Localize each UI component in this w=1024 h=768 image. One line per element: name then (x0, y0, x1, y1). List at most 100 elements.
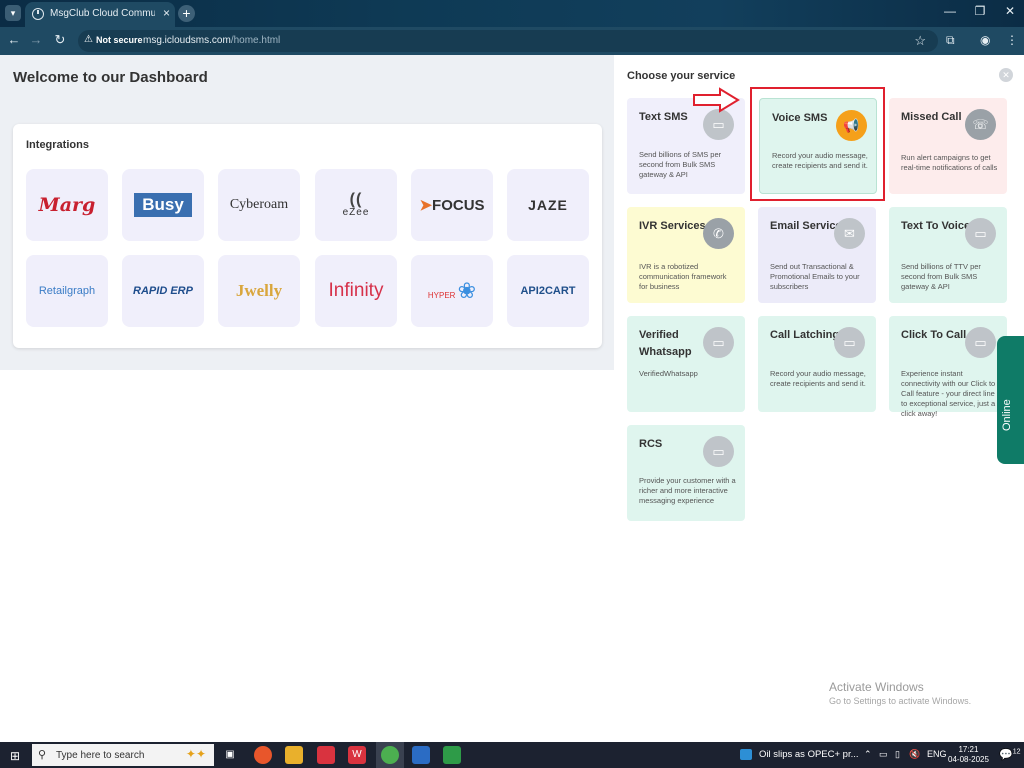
integration-focus[interactable]: ➤FOCUS (411, 169, 493, 241)
online-chat-widget[interactable]: Online (997, 336, 1024, 464)
integration-api2cart[interactable]: API2CART (507, 255, 589, 327)
activate-windows-subtitle: Go to Settings to activate Windows. (829, 696, 972, 706)
windows-start-icon[interactable]: ⊞ (10, 749, 20, 763)
service-ivr[interactable]: IVR Services ✆ IVR is a robotized commun… (627, 207, 745, 303)
chat-icon: ▭ (965, 327, 996, 358)
extensions-icon[interactable]: ⧉ (946, 33, 955, 48)
integration-rapid-erp[interactable]: RAPID ERP (122, 255, 204, 327)
service-name: RCS (639, 438, 663, 450)
paw-icon: ❀ (457, 278, 477, 303)
service-desc: Send billions of SMS per second from Bul… (639, 150, 722, 179)
chrome-icon[interactable] (381, 746, 399, 764)
url-path: /home.html (230, 35, 281, 46)
integration-cyberoam[interactable]: Cyberoam (218, 169, 300, 241)
clock-date: 04-08-2025 (948, 755, 989, 764)
file-explorer-icon[interactable] (285, 746, 303, 764)
service-missed-call[interactable]: Missed Call ☏ Run alert campaigns to get… (889, 98, 1007, 194)
clock-time: 17:21 (958, 745, 979, 754)
clock-favicon-icon (32, 8, 44, 20)
service-name: Email Service (770, 220, 842, 232)
phone-icon: ✆ (703, 218, 734, 249)
task-view-icon[interactable]: ▣ (221, 746, 239, 764)
service-name: Click To Call (901, 329, 967, 341)
chat-icon: ▭ (703, 436, 734, 467)
url-host: msg.icloudsms.com (143, 35, 231, 46)
notification-icon[interactable]: 💬12 (999, 748, 1021, 761)
chat-icon: ▭ (703, 109, 734, 140)
service-desc: VerifiedWhatsapp (639, 369, 698, 378)
url-text[interactable]: msg.icloudsms.com/home.html (143, 35, 280, 46)
infinity-logo: Infinity (328, 280, 384, 301)
chevron-up-icon[interactable]: ⌃ (864, 749, 872, 760)
service-name: Verified Whatsapp (639, 329, 692, 358)
retailgraph-logo: Retailgraph (38, 285, 96, 297)
service-desc: Send billions of TTV per second from Bul… (901, 262, 981, 291)
integration-jwelly[interactable]: Jwelly (218, 255, 300, 327)
integration-jaze[interactable]: JAZE (507, 169, 589, 241)
service-call-latching[interactable]: Call Latching ▭ Record your audio messag… (758, 316, 876, 412)
bookmark-star-icon[interactable]: ☆ (914, 33, 926, 49)
integration-retailgraph[interactable]: Retailgraph (26, 255, 108, 327)
tab-search-icon[interactable]: ▾ (5, 5, 21, 21)
new-tab-button[interactable]: + (178, 5, 195, 22)
chat-icon: ▭ (834, 327, 865, 358)
news-icon (740, 749, 752, 760)
service-click-to-call[interactable]: Click To Call ▭ Experience instant conne… (889, 316, 1007, 418)
integration-hyper[interactable]: HYPER ❀ (411, 255, 493, 327)
services-title: Choose your service (627, 70, 736, 82)
back-icon[interactable]: ← (5, 32, 23, 47)
window-close-icon[interactable]: ✕ (995, 4, 1024, 18)
profile-avatar-icon[interactable]: ◉ (980, 33, 990, 47)
url-bar[interactable]: ⚠ Not secure msg.icloudsms.com/home.html… (78, 30, 938, 52)
rapid-erp-logo: RAPID ERP (133, 285, 193, 297)
integration-marg[interactable]: Marg (26, 169, 108, 241)
taskbar: ⊞ ⚲ Type here to search ✦✦ ▣ W Oil slips… (0, 742, 1024, 768)
tab-close-icon[interactable]: × (163, 6, 170, 20)
restore-icon[interactable]: ❐ (965, 4, 995, 18)
focus-logo: ➤FOCUS (419, 197, 485, 214)
notepad-app-icon[interactable] (443, 746, 461, 764)
news-ticker[interactable]: Oil slips as OPEC+ pr... (759, 749, 859, 760)
service-rcs[interactable]: RCS ▭ Provide your customer with a riche… (627, 425, 745, 521)
page-content: Welcome to our Dashboard Integrations Ma… (0, 55, 1024, 742)
api2cart-logo: API2CART (520, 285, 576, 297)
anydesk-icon[interactable] (317, 746, 335, 764)
browser-tab[interactable]: MsgClub Cloud Communication × (25, 2, 175, 27)
service-desc: IVR is a robotized communication framewo… (639, 262, 727, 291)
menu-dots-icon[interactable]: ⋮ (1006, 33, 1018, 47)
highlight-box (750, 87, 885, 201)
service-verified-whatsapp[interactable]: Verified Whatsapp ▭ VerifiedWhatsapp (627, 316, 745, 412)
reload-icon[interactable]: ↻ (51, 32, 69, 48)
service-desc: Record your audio message, create recipi… (770, 369, 866, 388)
network-icon[interactable]: ▭ (879, 749, 888, 760)
integration-busy[interactable]: Busy (122, 169, 204, 241)
activate-windows-title: Activate Windows (829, 680, 924, 694)
search-placeholder: Type here to search (56, 750, 145, 761)
phone-callback-icon: ☏ (965, 109, 996, 140)
battery-icon[interactable]: ▯ (895, 749, 900, 760)
integration-ezee[interactable]: ((eZee (315, 169, 397, 241)
service-name: IVR Services (639, 220, 706, 232)
integration-infinity[interactable]: Infinity (315, 255, 397, 327)
dashboard-panel: Welcome to our Dashboard Integrations Ma… (0, 55, 614, 370)
service-email[interactable]: Email Service ✉ Send out Transactional &… (758, 207, 876, 303)
arrow-annotation-icon (693, 87, 740, 113)
service-name: Missed Call (901, 111, 962, 123)
warning-icon: ⚠ (84, 34, 93, 45)
minimize-icon[interactable]: — (935, 4, 965, 18)
taskbar-search[interactable]: ⚲ Type here to search ✦✦ (32, 744, 214, 766)
forward-icon[interactable]: → (27, 32, 45, 47)
clock[interactable]: 17:21 04-08-2025 (948, 745, 989, 765)
service-name: Text To Voice (901, 220, 971, 232)
wps-office-icon[interactable]: W (348, 746, 366, 764)
volume-muted-icon[interactable]: 🔇 (909, 749, 920, 760)
language-indicator[interactable]: ENG (927, 749, 947, 759)
app-icon[interactable] (412, 746, 430, 764)
focus-mark-icon: ➤ (419, 197, 433, 214)
security-label[interactable]: Not secure (96, 35, 143, 45)
service-text-to-voice[interactable]: Text To Voice ▭ Send billions of TTV per… (889, 207, 1007, 303)
ezee-swoosh-icon: (( (349, 190, 363, 208)
firefox-icon[interactable] (254, 746, 272, 764)
jaze-logo: JAZE (528, 197, 568, 213)
close-icon[interactable]: ✕ (999, 68, 1013, 82)
